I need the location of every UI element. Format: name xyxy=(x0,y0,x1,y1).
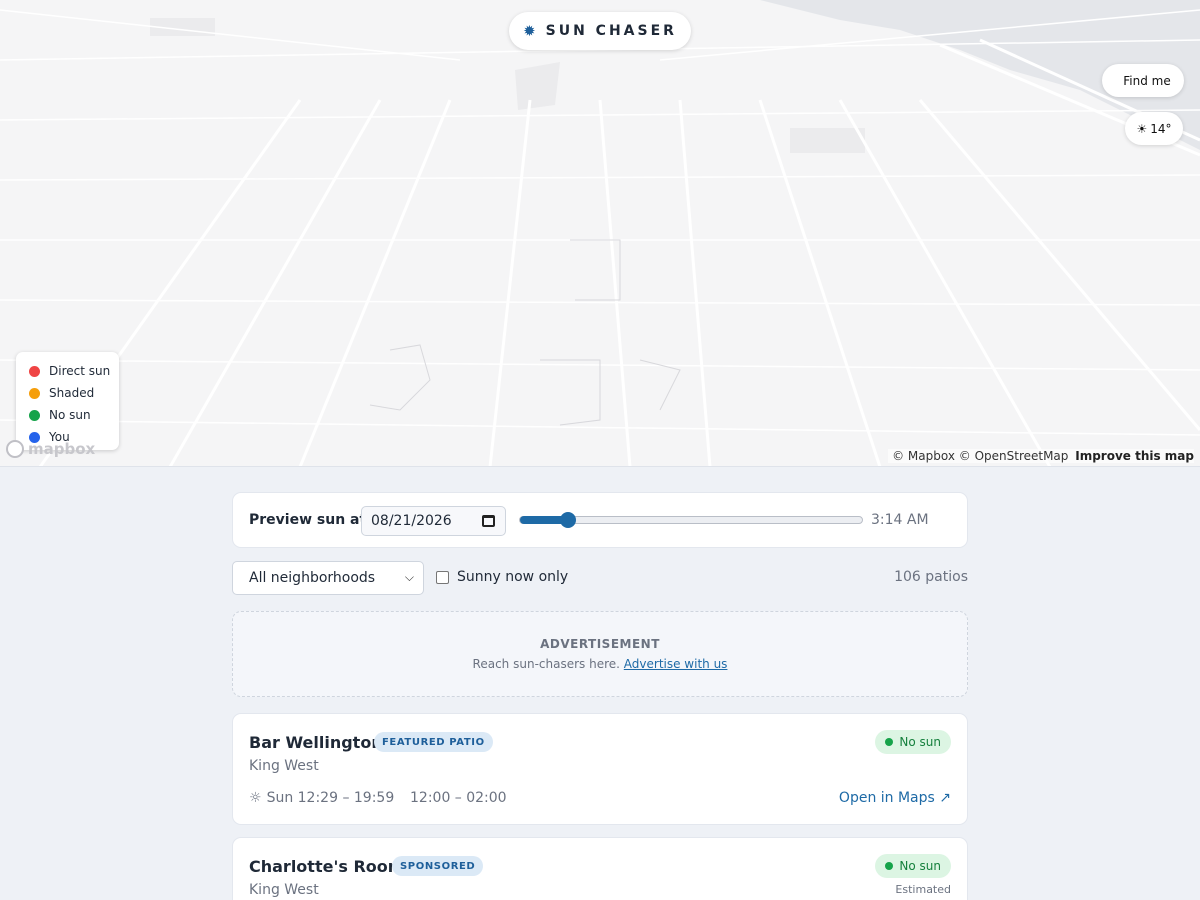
temperature: 14° xyxy=(1150,121,1172,136)
estimated-note: Estimated xyxy=(895,883,951,896)
advertise-link[interactable]: Advertise with us xyxy=(624,657,728,671)
ad-description: Reach sun-chasers here. xyxy=(472,657,620,671)
sun-icon: ☀ xyxy=(1136,121,1148,136)
patio-name[interactable]: Bar Wellington xyxy=(249,733,383,752)
open-in-maps-link[interactable]: Open in Maps ↗ xyxy=(839,790,951,806)
legend-item: Direct sun xyxy=(29,360,119,382)
filter-bar: All neighborhoods ⌵ Sunny now only 106 p… xyxy=(232,561,968,595)
mapbox-logo-text: mapbox xyxy=(28,440,96,458)
legend-item: Shaded xyxy=(29,382,119,404)
sunny-only-checkbox[interactable] xyxy=(436,571,449,584)
mapbox-logo[interactable]: mapbox xyxy=(6,440,95,458)
weather-badge: ☀ 14° xyxy=(1125,112,1183,145)
patio-neighborhood: King West xyxy=(249,882,319,898)
neighborhood-select[interactable]: All neighborhoods ⌵ xyxy=(232,561,424,595)
sun-preview-panel: Preview sun at 08/21/2026 3:14 AM xyxy=(232,492,968,548)
legend-label: No sun xyxy=(49,408,91,422)
find-me-button[interactable]: Find me xyxy=(1102,64,1184,97)
chevron-down-icon: ⌵ xyxy=(404,570,414,584)
mapbox-icon xyxy=(6,440,24,458)
patio-count: 106 patios xyxy=(894,569,968,585)
status-badge: No sun xyxy=(875,730,951,754)
advertisement-banner: ADVERTISEMENT Reach sun-chasers here. Ad… xyxy=(232,611,968,697)
sun-icon: ☼ xyxy=(249,790,262,806)
ad-text: Reach sun-chasers here. Advertise with u… xyxy=(233,657,967,671)
legend-dot-shaded xyxy=(29,387,40,399)
legend-label: Shaded xyxy=(49,386,95,400)
improve-map-link[interactable]: Improve this map xyxy=(1075,449,1194,463)
patio-neighborhood: King West xyxy=(249,758,319,774)
status-dot-icon xyxy=(885,738,894,746)
legend-dot-direct-sun xyxy=(29,365,40,377)
preview-label: Preview sun at xyxy=(249,512,367,528)
patio-card[interactable]: Charlotte's Room SPONSORED No sun King W… xyxy=(232,837,968,900)
calendar-icon[interactable] xyxy=(482,515,495,527)
legend-dot-no-sun xyxy=(29,409,40,421)
app-brand: ✹ SUN CHASER xyxy=(509,12,691,50)
status-label: No sun xyxy=(899,735,941,749)
opening-hours: 12:00 – 02:00 xyxy=(410,790,507,806)
map-legend: Direct sun Shaded No sun You xyxy=(16,352,119,450)
status-badge: No sun xyxy=(875,854,951,878)
time-slider-thumb[interactable] xyxy=(559,512,576,528)
featured-badge: FEATURED PATIO xyxy=(374,732,493,752)
sponsored-badge: SPONSORED xyxy=(392,856,484,876)
sunny-only-label[interactable]: Sunny now only xyxy=(457,569,568,585)
neighborhood-selected: All neighborhoods xyxy=(249,570,376,586)
date-input[interactable]: 08/21/2026 xyxy=(361,506,506,536)
time-slider[interactable] xyxy=(519,512,863,528)
status-dot-icon xyxy=(885,862,894,870)
date-value: 08/21/2026 xyxy=(371,513,452,529)
app-title: SUN CHASER xyxy=(545,23,677,39)
time-label: 3:14 AM xyxy=(871,512,929,528)
map-attribution: © Mapbox © OpenStreetMap Improve this ma… xyxy=(888,449,1194,463)
map-streets xyxy=(0,0,1200,466)
map[interactable]: ✹ SUN CHASER Find me ☀ 14° Direct sun Sh… xyxy=(0,0,1200,467)
status-label: No sun xyxy=(899,859,941,873)
legend-item: No sun xyxy=(29,404,119,426)
legend-label: Direct sun xyxy=(49,364,111,378)
patio-card[interactable]: Bar Wellington FEATURED PATIO No sun Kin… xyxy=(232,713,968,825)
attribution-text[interactable]: © Mapbox © OpenStreetMap xyxy=(892,449,1068,463)
sun-icon: ✹ xyxy=(523,21,536,40)
sun-hours-text: Sun 12:29 – 19:59 xyxy=(266,790,395,806)
sun-hours: ☼ Sun 12:29 – 19:59 xyxy=(249,790,394,806)
patio-name[interactable]: Charlotte's Room xyxy=(249,857,404,876)
ad-title: ADVERTISEMENT xyxy=(540,637,660,651)
